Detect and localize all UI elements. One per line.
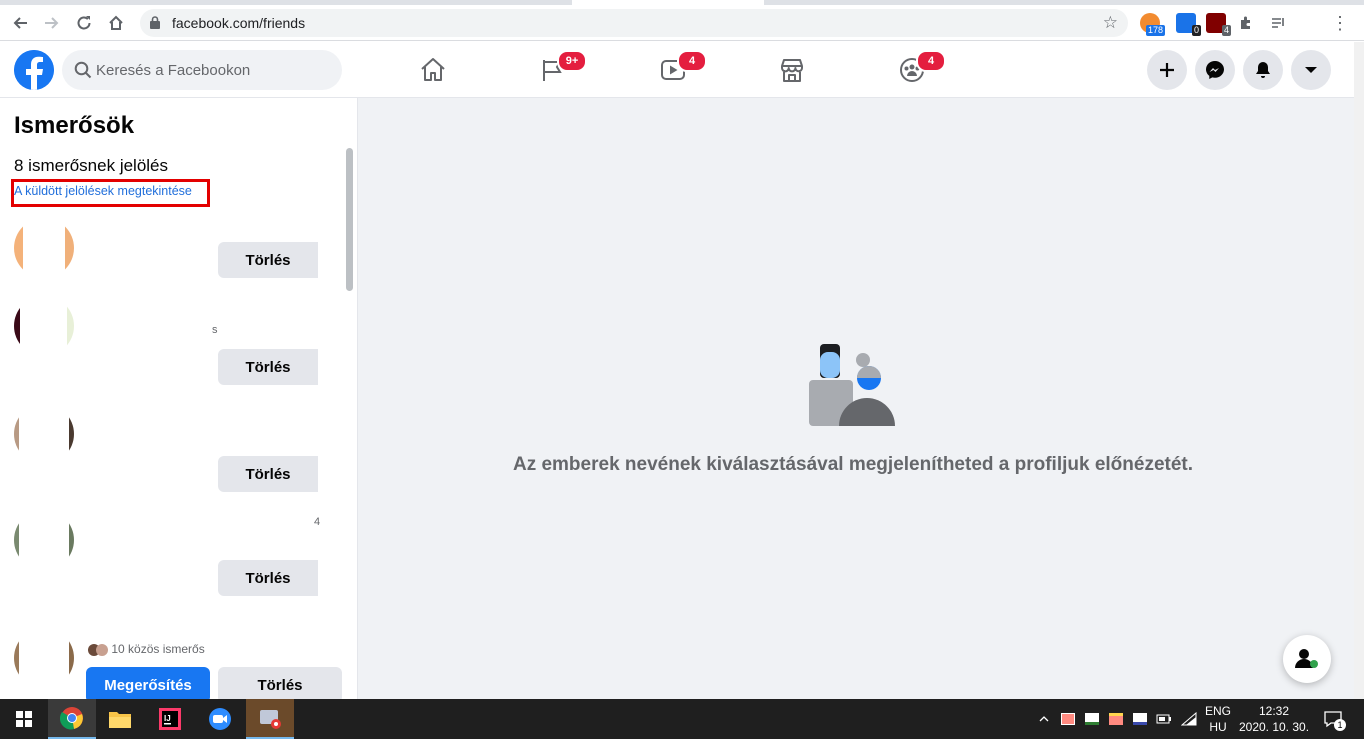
home-icon — [109, 15, 123, 30]
friend-request-item[interactable]: Törlés — [0, 218, 357, 308]
mutual-friends-fragment: s — [212, 324, 218, 336]
back-arrow-icon — [13, 17, 27, 29]
avatar[interactable] — [14, 628, 74, 688]
taskbar-chrome[interactable] — [48, 699, 96, 739]
taskbar-intellij[interactable]: IJ — [146, 699, 194, 739]
nav-marketplace[interactable] — [736, 50, 848, 90]
plus-icon — [1160, 63, 1174, 77]
search-icon — [74, 61, 92, 79]
messenger-icon — [1206, 61, 1224, 79]
tray-app-icon[interactable] — [1106, 699, 1126, 739]
facebook-logo-icon[interactable] — [14, 50, 54, 90]
friend-request-item[interactable]: 4 Törlés — [0, 510, 357, 600]
nav-groups[interactable]: 4 — [856, 50, 968, 90]
browser-menu-icon[interactable]: ⋮ — [1326, 9, 1354, 37]
facebook-header: 9+ 4 4 — [0, 42, 1364, 98]
windows-taskbar: IJ ENG HU 12:32 2020. 10. 30. 1 — [0, 699, 1364, 739]
avatar[interactable] — [14, 218, 74, 278]
tray-app-icon[interactable] — [1082, 699, 1102, 739]
profile-preview-area: Az emberek nevének kiválasztásával megje… — [358, 98, 1364, 699]
delete-button[interactable]: Törlés — [218, 456, 318, 492]
taskbar-screen-recorder[interactable] — [246, 699, 294, 739]
svg-text:IJ: IJ — [164, 714, 171, 723]
media-queue-icon[interactable] — [1264, 9, 1292, 37]
avatar[interactable] — [14, 510, 74, 570]
groups-badge: 4 — [916, 50, 946, 72]
page-scrollbar[interactable] — [1354, 42, 1364, 699]
bell-icon — [1256, 62, 1270, 78]
zoom-icon — [209, 708, 231, 730]
friend-request-item[interactable]: 10 közös ismerős Megerősítés Törlés — [0, 618, 357, 699]
notifications-button[interactable] — [1243, 50, 1283, 90]
page-title: Ismerősök — [14, 112, 135, 139]
forward-arrow-icon — [45, 17, 59, 29]
screen-recorder-icon — [260, 710, 281, 729]
nav-watch[interactable]: 4 — [617, 50, 729, 90]
lock-icon — [150, 16, 160, 29]
taskbar-file-explorer[interactable] — [96, 699, 144, 739]
extensions-puzzle-icon[interactable] — [1232, 9, 1260, 37]
nav-pages[interactable]: 9+ — [497, 50, 609, 90]
action-center-button[interactable]: 1 — [1318, 699, 1348, 739]
folder-icon — [109, 712, 131, 728]
friend-request-item[interactable]: Törlés — [0, 404, 357, 494]
avatar[interactable] — [14, 296, 74, 356]
notification-count: 1 — [1334, 719, 1346, 731]
back-button[interactable] — [6, 9, 34, 37]
address-bar[interactable]: facebook.com/friends ☆ — [140, 9, 1128, 37]
reload-icon — [77, 16, 91, 30]
battery-icon[interactable] — [1154, 699, 1174, 739]
new-contacts-button[interactable] — [1283, 635, 1331, 683]
intellij-icon: IJ — [159, 708, 181, 730]
avatar[interactable] — [14, 404, 74, 464]
highlight-box — [11, 179, 210, 207]
messenger-button[interactable] — [1195, 50, 1235, 90]
nav-home[interactable] — [377, 50, 489, 90]
bookmark-star-icon[interactable]: ☆ — [1103, 13, 1118, 33]
requests-count: 8 ismerősnek jelölés — [14, 156, 169, 175]
reload-button[interactable] — [70, 9, 98, 37]
delete-button[interactable]: Törlés — [218, 560, 318, 596]
search-input[interactable] — [96, 50, 336, 90]
search-box[interactable] — [62, 50, 342, 90]
delete-button[interactable]: Törlés — [218, 667, 342, 699]
home-button[interactable] — [102, 9, 130, 37]
forward-button[interactable] — [38, 9, 66, 37]
people-icon — [1295, 649, 1318, 668]
rss-extension-icon[interactable]: 178 — [1140, 13, 1165, 36]
delete-button[interactable]: Törlés — [218, 349, 318, 385]
taskbar-zoom[interactable] — [196, 699, 244, 739]
chrome-icon — [60, 707, 83, 730]
friends-illustration-icon — [809, 344, 895, 426]
account-menu-button[interactable] — [1291, 50, 1331, 90]
browser-toolbar: facebook.com/friends ☆ 178 0 4 ⋮ — [0, 5, 1364, 41]
home-icon — [421, 58, 445, 81]
ublock-extension-icon[interactable]: 4 — [1206, 13, 1231, 36]
wifi-icon[interactable] — [1178, 699, 1200, 739]
tray-app-icon[interactable] — [1130, 699, 1150, 739]
empty-state-message: Az emberek nevének kiválasztásával megje… — [512, 454, 1194, 475]
watch-badge: 4 — [677, 50, 707, 72]
create-button[interactable] — [1147, 50, 1187, 90]
delete-button[interactable]: Törlés — [218, 242, 318, 278]
friend-requests-panel: Ismerősök 8 ismerősnek jelölés A küldött… — [0, 98, 358, 699]
mutual-friends-text: 10 közös ismerős — [88, 642, 205, 656]
clock[interactable]: 12:32 2020. 10. 30. — [1236, 703, 1312, 735]
privacy-extension-icon[interactable]: 0 — [1176, 13, 1201, 36]
mutual-friend-avatar — [96, 643, 108, 656]
tray-app-icon[interactable] — [1058, 699, 1078, 739]
windows-logo-icon — [16, 711, 32, 727]
start-button[interactable] — [0, 699, 48, 739]
pages-badge: 9+ — [557, 50, 587, 72]
confirm-button[interactable]: Megerősítés — [86, 667, 210, 699]
marketplace-store-icon — [781, 59, 803, 82]
friend-request-item[interactable]: s Törlés — [0, 296, 357, 386]
tray-overflow-chevron-icon[interactable] — [1034, 699, 1054, 739]
language-indicator[interactable]: ENG HU — [1204, 703, 1232, 735]
mutual-friends-fragment: 4 — [314, 516, 321, 528]
url-text: facebook.com/friends — [172, 15, 306, 31]
chevron-down-icon — [1305, 67, 1317, 73]
